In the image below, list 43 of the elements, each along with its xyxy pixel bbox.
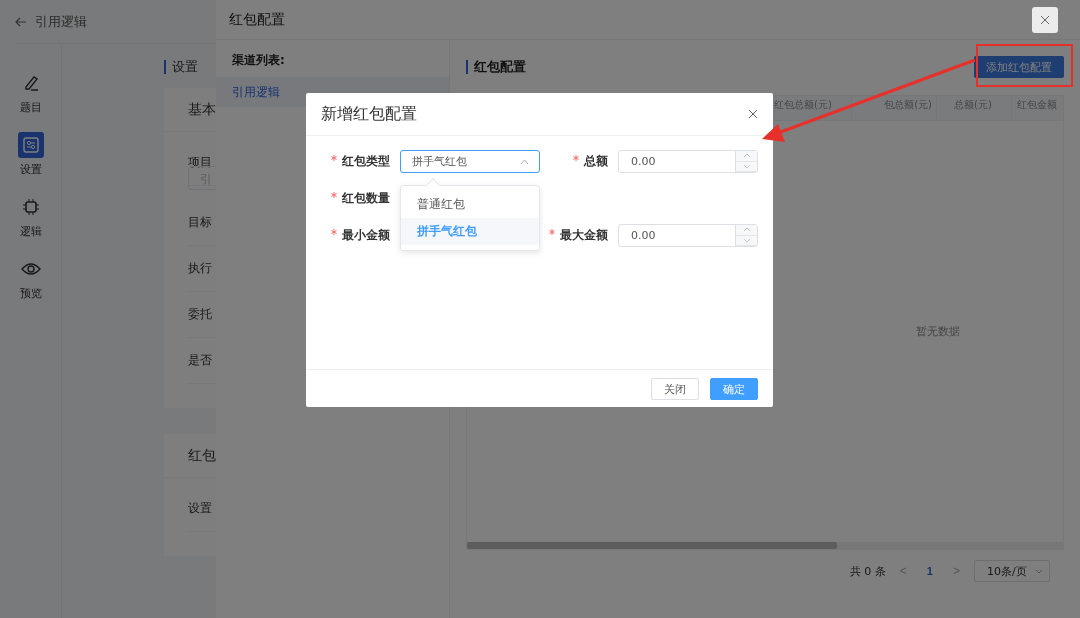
caret-up-icon [742,153,751,159]
eye-icon [20,262,41,276]
nav-item[interactable]: 逻辑 [17,194,44,239]
page-size-select[interactable]: 10条/页 [974,560,1050,582]
dropdown-option[interactable]: 普通红包 [401,191,539,218]
caret-down-icon [1035,568,1043,574]
page-title: 引用逻辑 [35,12,87,31]
caret-up-icon [742,227,751,233]
cancel-button[interactable]: 关闭 [651,378,699,400]
chip-icon [21,198,40,216]
confirm-button[interactable]: 确定 [710,378,758,400]
card-title: 红包 [188,446,216,465]
caret-up-icon [520,158,529,165]
settings-panel-icon [21,136,40,154]
field-label: 总额 [584,154,608,168]
type-select[interactable]: 拼手气红包 [400,150,540,173]
close-icon [748,109,758,119]
caret-down-icon [742,163,751,169]
number-field[interactable]: 0.00 [618,150,758,173]
nav-item[interactable]: 预览 [17,256,44,301]
close-button[interactable] [748,109,758,119]
field-label: 最大金额 [560,228,608,242]
field-label: 红包类型 [342,154,390,168]
dropdown-option[interactable]: 拼手气红包 [401,218,539,245]
close-button[interactable] [1032,6,1058,33]
close-icon [1040,14,1050,25]
section-title: 红包配置 [474,58,526,76]
page-number[interactable]: 1 [920,565,939,577]
nav-item[interactable]: 题目 [17,70,44,115]
increment-button[interactable] [736,225,757,236]
section-title: 设置 [172,58,198,76]
number-field[interactable]: 0.00 [618,224,758,247]
total-count: 共 0 条 [849,563,886,579]
channel-list-title: 渠道列表: [231,52,286,69]
increment-button[interactable] [736,151,757,162]
add-config-button[interactable]: 添加红包配置 [974,56,1064,78]
channel-name: 引用逻辑 [232,83,280,101]
field-label: 最小金额 [342,228,390,242]
drawer-title: 红包配置 [229,10,285,29]
card-title: 基本 [188,100,216,119]
scrollbar[interactable] [467,542,1063,549]
caret-down-icon [742,237,751,243]
back-arrow-icon[interactable] [15,16,27,27]
